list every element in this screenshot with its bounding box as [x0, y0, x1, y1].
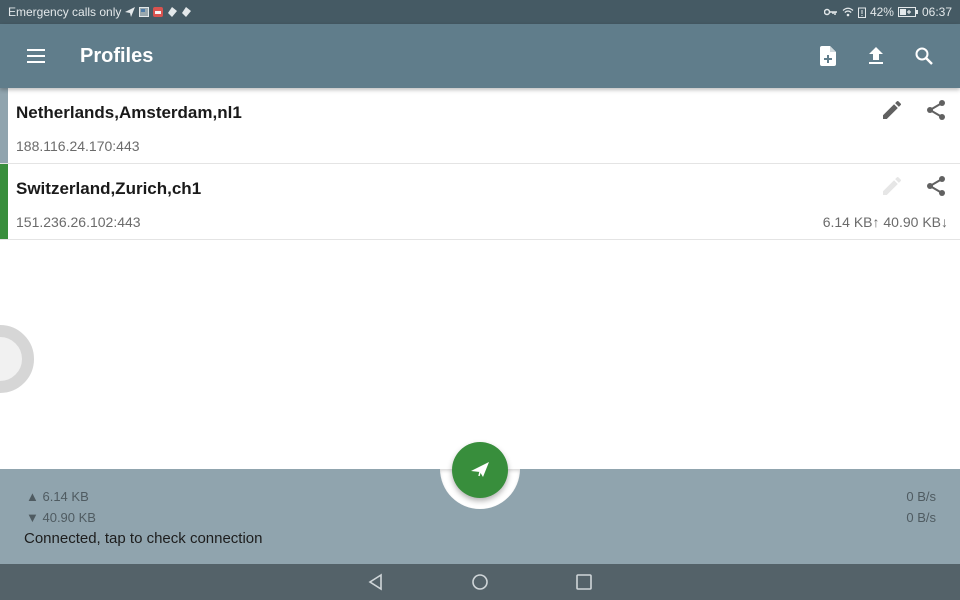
- share-icon[interactable]: [924, 174, 948, 198]
- app-notification-icon: [153, 7, 164, 17]
- system-navigation-bar: [0, 564, 960, 600]
- battery-charging-icon: [897, 7, 918, 17]
- profile-list: Netherlands,Amsterdam,nl1 188.116.24.170…: [0, 88, 960, 240]
- menu-icon: [27, 49, 45, 51]
- connection-status[interactable]: Connected, tap to check connection: [24, 530, 263, 547]
- total-downloaded: ▼ 40.90 KB: [26, 510, 96, 525]
- vpn-key-icon: [823, 8, 837, 16]
- wifi-icon: [842, 7, 854, 17]
- upload-rate: 0 B/s: [906, 489, 936, 504]
- profile-name: Netherlands,Amsterdam,nl1: [16, 103, 242, 122]
- battery-percent: 42%: [869, 5, 894, 19]
- profile-status-indicator: [0, 88, 8, 163]
- profile-traffic: 6.14 KB↑ 40.90 KB↓: [822, 214, 948, 230]
- total-uploaded: ▲ 6.14 KB: [26, 489, 89, 504]
- import-button[interactable]: [852, 32, 900, 80]
- edit-icon[interactable]: [880, 98, 904, 122]
- share-icon[interactable]: [924, 98, 948, 122]
- recents-icon[interactable]: [574, 572, 594, 592]
- send-notification-icon: [125, 7, 136, 17]
- app-bar: Profiles: [0, 24, 960, 88]
- home-icon[interactable]: [470, 572, 490, 592]
- search-icon: [915, 47, 933, 65]
- profile-address: 188.116.24.170:443: [16, 138, 140, 154]
- file-add-icon: [820, 46, 836, 66]
- floating-assistive-button[interactable]: [0, 325, 34, 393]
- battery-alert-icon: [857, 7, 866, 18]
- profile-name: Switzerland,Zurich,ch1: [16, 179, 202, 198]
- back-icon[interactable]: [366, 572, 386, 592]
- upload-icon: [869, 47, 883, 64]
- download-rate: 0 B/s: [906, 510, 936, 525]
- paper-plane-icon: [471, 462, 489, 477]
- menu-button[interactable]: [24, 44, 48, 68]
- new-profile-button[interactable]: [804, 32, 852, 80]
- profile-status-indicator: [0, 164, 8, 239]
- search-button[interactable]: [900, 32, 948, 80]
- vpn-notification-icon: [168, 7, 178, 17]
- vpn-notification-icon-2: [182, 7, 192, 17]
- profile-row[interactable]: Netherlands,Amsterdam,nl1 188.116.24.170…: [0, 88, 960, 164]
- status-bar: Emergency calls only 42% 06:37: [0, 0, 960, 24]
- profile-row[interactable]: Switzerland,Zurich,ch1 151.236.26.102:44…: [0, 164, 960, 240]
- profile-address: 151.236.26.102:443: [16, 214, 141, 230]
- carrier-text: Emergency calls only: [8, 5, 122, 19]
- clock: 06:37: [921, 5, 952, 19]
- gallery-notification-icon: [139, 7, 150, 17]
- page-title: Profiles: [80, 44, 154, 67]
- edit-icon-disabled: [883, 176, 902, 195]
- connect-button[interactable]: [452, 442, 508, 498]
